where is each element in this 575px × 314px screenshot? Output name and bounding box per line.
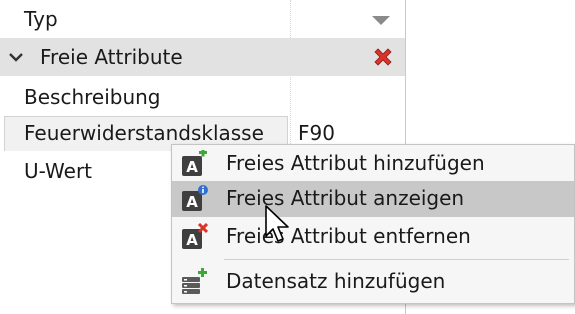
chevron-down-icon[interactable]: [6, 47, 26, 67]
menu-item-add-attribute[interactable]: A Freies Attribut hinzufügen: [172, 146, 574, 182]
menu-item-add-dataset[interactable]: Datensatz hinzufügen: [172, 264, 574, 300]
attribute-info-icon: A: [182, 185, 208, 211]
property-name: Beschreibung: [24, 85, 161, 109]
menu-item-label: Freies Attribut entfernen: [226, 224, 471, 248]
menu-separator: [224, 259, 569, 260]
menu-item-label: Datensatz hinzufügen: [226, 269, 446, 293]
menu-item-label: Freies Attribut anzeigen: [226, 186, 465, 210]
attribute-add-icon: A: [182, 150, 207, 176]
context-menu: A Freies Attribut hinzufügen A Freies At…: [171, 144, 575, 304]
mouse-cursor-icon: [265, 205, 289, 242]
property-name: Feuerwiderstandsklasse: [24, 121, 264, 145]
property-name: U-Wert: [24, 159, 93, 183]
property-value[interactable]: F90: [298, 121, 335, 145]
chevron-down-icon[interactable]: [372, 16, 390, 25]
property-row-beschreibung[interactable]: Beschreibung: [0, 79, 405, 115]
group-label: Freie Attribute: [40, 45, 183, 69]
property-name: Typ: [24, 7, 58, 31]
attribute-remove-icon: A: [182, 223, 208, 249]
menu-item-remove-attribute[interactable]: A Freies Attribut entfernen: [172, 219, 574, 255]
group-header-freie-attribute[interactable]: Freie Attribute: [0, 38, 405, 76]
menu-item-label: Freies Attribut hinzufügen: [226, 151, 485, 175]
svg-text:A: A: [186, 193, 198, 211]
menu-item-show-attribute[interactable]: A Freies Attribut anzeigen: [172, 181, 574, 217]
property-row-typ[interactable]: Typ: [0, 0, 405, 38]
svg-text:A: A: [186, 158, 198, 176]
dataset-add-icon: [182, 268, 207, 294]
svg-text:A: A: [186, 231, 198, 249]
close-icon[interactable]: [372, 46, 394, 68]
